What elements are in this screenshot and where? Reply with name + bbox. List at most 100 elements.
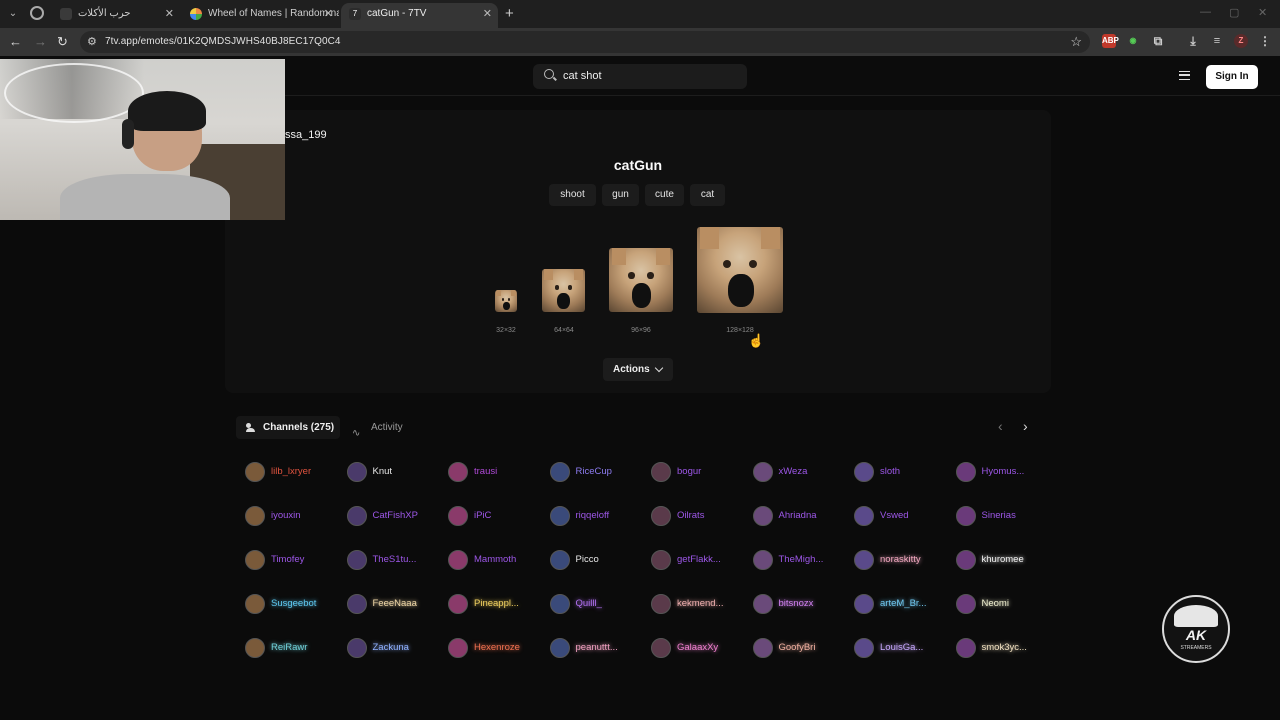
channel-item[interactable]: LouisGa... [852, 637, 952, 659]
channel-item[interactable]: GoofyBri [751, 637, 851, 659]
extension-icon[interactable]: ◉ [1126, 34, 1140, 48]
hamburger-menu-icon[interactable] [1179, 71, 1190, 80]
channel-item[interactable]: Quilll_ [548, 593, 648, 615]
channel-item[interactable]: TheMigh... [751, 549, 851, 571]
channel-item[interactable]: GalaaxXy [649, 637, 749, 659]
emote-preview-64[interactable] [542, 269, 585, 312]
emote-search[interactable] [533, 64, 747, 89]
back-icon[interactable]: ← [9, 34, 22, 49]
channel-name: xWeza [778, 466, 808, 477]
search-input[interactable] [563, 68, 733, 84]
tag-chip[interactable]: cute [645, 184, 684, 206]
actions-dropdown-button[interactable]: Actions [603, 358, 673, 381]
tag-chip[interactable]: gun [602, 184, 639, 206]
size-label: 96×96 [631, 327, 651, 334]
adblock-extension-icon[interactable]: ABP [1102, 34, 1119, 48]
channel-item[interactable]: TheS1tu... [345, 549, 445, 571]
close-window-icon[interactable]: ✕ [1258, 6, 1267, 19]
sign-in-button[interactable]: Sign In [1206, 65, 1258, 89]
channel-item[interactable]: Sinerias [954, 505, 1054, 527]
profile-avatar[interactable]: Z [1234, 34, 1248, 48]
channel-item[interactable]: peanuttt... [548, 637, 648, 659]
channel-item[interactable]: Hexenroze [446, 637, 546, 659]
avatar [854, 462, 874, 482]
channel-item[interactable]: FeeeNaaa [345, 593, 445, 615]
channel-item[interactable]: ReiRawr [243, 637, 343, 659]
download-icon[interactable]: ⤓ [1186, 34, 1200, 48]
avatar [651, 550, 671, 570]
channel-item[interactable]: kekmend... [649, 593, 749, 615]
channel-item[interactable]: Oilrats [649, 505, 749, 527]
extensions-puzzle-icon[interactable]: ⧉ [1151, 34, 1165, 48]
site-info-icon[interactable]: ⚙ [87, 35, 97, 48]
tab-search-icon[interactable]: ⌄ [6, 7, 20, 21]
channel-item[interactable]: Ahriadna [751, 505, 851, 527]
next-page-icon[interactable]: › [1023, 418, 1028, 434]
url-text[interactable]: 7tv.app/emotes/01K2QMDSJWHS40BJ8EC17Q0C4 [105, 36, 341, 47]
avatar [245, 506, 265, 526]
reload-icon[interactable]: ↻ [57, 34, 68, 50]
channel-item[interactable]: CatFishXP [345, 505, 445, 527]
forward-icon[interactable]: → [34, 34, 47, 49]
tab-favicon-7tv-icon: 7 [349, 8, 361, 20]
tab-group-icon[interactable] [30, 6, 44, 20]
channel-item[interactable]: iyouxin [243, 505, 343, 527]
channel-item[interactable]: RiceCup [548, 461, 648, 483]
channel-name: LouisGa... [880, 642, 924, 653]
channel-item[interactable]: sloth [852, 461, 952, 483]
channel-item[interactable]: Vswed [852, 505, 952, 527]
tab-close-icon[interactable]: ✕ [165, 3, 174, 25]
channel-item[interactable]: Timofey [243, 549, 343, 571]
channel-item[interactable]: Mammoth [446, 549, 546, 571]
tag-chip[interactable]: shoot [549, 184, 596, 206]
channel-item[interactable]: Picco [548, 549, 648, 571]
channel-item[interactable]: noraskitty [852, 549, 952, 571]
tab-channels[interactable]: Channels (275) [236, 416, 340, 439]
tag-chip[interactable]: cat [690, 184, 725, 206]
webcam-overlay [0, 59, 285, 220]
bookmark-star-icon[interactable]: ☆ [1070, 34, 1082, 50]
emote-owner-name[interactable]: ssa_199 [285, 129, 327, 141]
channel-item[interactable]: Zackuna [345, 637, 445, 659]
channel-item[interactable]: iPiC [446, 505, 546, 527]
new-tab-icon[interactable]: + [505, 5, 514, 22]
emote-preview-96[interactable] [609, 248, 673, 312]
tab-catgun[interactable]: 7 catGun - 7TV ✕ [341, 3, 498, 28]
tab-wheel-of-names[interactable]: Wheel of Names | Random nam ✕ [182, 3, 339, 28]
channel-item[interactable]: getFlakk... [649, 549, 749, 571]
channel-item[interactable]: xWeza [751, 461, 851, 483]
channel-name: Ahriadna [778, 510, 817, 521]
channel-item[interactable]: Susgeebot [243, 593, 343, 615]
channel-item[interactable]: Knut [345, 461, 445, 483]
channel-name: getFlakk... [677, 554, 721, 565]
channel-item[interactable]: smok3yc... [954, 637, 1054, 659]
avatar [955, 594, 976, 614]
channel-item[interactable]: arteM_Br... [852, 593, 952, 615]
avatar [752, 506, 773, 526]
channel-item[interactable]: lilb_lxryer [243, 461, 343, 483]
channel-item[interactable]: Pineappl... [446, 593, 546, 615]
tab-food-war[interactable]: حرب الأكلات ✕ [52, 3, 180, 28]
channel-item[interactable]: trausi [446, 461, 546, 483]
avatar [955, 506, 976, 526]
browser-menu-icon[interactable]: ⋮ [1258, 34, 1272, 48]
channel-name: FeeeNaaa [372, 598, 417, 609]
tab-close-icon[interactable]: ✕ [483, 3, 492, 25]
channel-item[interactable]: riqqeloff [548, 505, 648, 527]
tab-close-icon[interactable]: ✕ [324, 3, 333, 25]
channel-item[interactable]: bitsnozx [751, 593, 851, 615]
tab-activity[interactable]: ∿ Activity [350, 416, 410, 439]
channel-item[interactable]: bogur [649, 461, 749, 483]
minimize-icon[interactable]: — [1200, 6, 1211, 18]
channel-item[interactable]: Neomi [954, 593, 1054, 615]
address-bar[interactable]: ⚙ 7tv.app/emotes/01K2QMDSJWHS40BJ8EC17Q0… [80, 31, 1090, 53]
media-control-icon[interactable]: ≡ [1210, 34, 1224, 48]
maximize-icon[interactable]: ▢ [1229, 6, 1239, 19]
channel-name: arteM_Br... [880, 598, 927, 609]
channel-item[interactable]: khuromee [954, 549, 1054, 571]
emote-preview-32[interactable] [495, 290, 517, 312]
prev-page-icon[interactable]: ‹ [998, 418, 1003, 434]
emote-preview-128[interactable] [697, 227, 783, 313]
channel-name: khuromee [981, 554, 1024, 565]
channel-item[interactable]: Hyomus... [954, 461, 1054, 483]
